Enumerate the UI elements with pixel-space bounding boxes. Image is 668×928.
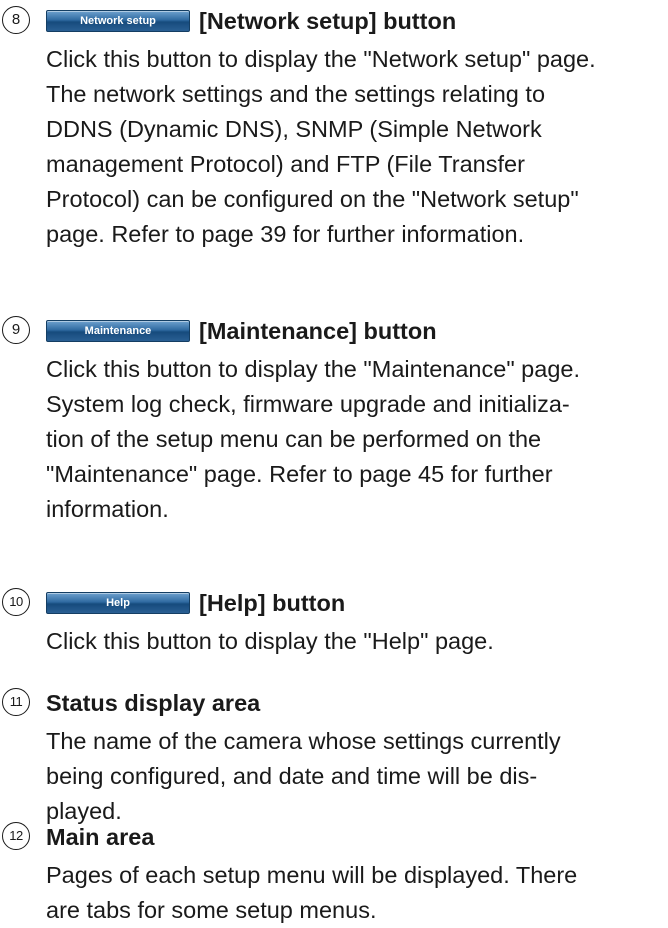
description-line: Click this button to display the "Mainte… [46, 356, 580, 382]
item-number-badge: 9 [2, 316, 30, 344]
description-line: "Maintenance" page. Refer to page 45 for… [46, 461, 553, 487]
description-line: The network settings and the settings re… [46, 81, 546, 107]
description-line: Click this button to display the "Networ… [46, 46, 596, 72]
description-line: page. Refer to page 39 for further infor… [46, 221, 525, 247]
item-description: Pages of each setup menu will be display… [46, 858, 666, 928]
item-title: [Help] button [199, 589, 346, 616]
description-line: System log check, firmware upgrade and i… [46, 391, 570, 417]
description-line: being configured, and date and time will… [46, 763, 538, 789]
help-button-image: Help [46, 592, 190, 614]
item-number-badge: 8 [2, 6, 30, 34]
item-description: The name of the camera whose settings cu… [46, 724, 666, 829]
item-number-badge: 11 [2, 688, 30, 716]
item-title: Main area [46, 823, 155, 850]
description-line: management Protocol) and FTP (File Trans… [46, 151, 525, 177]
description-line: Click this button to display the "Help" … [46, 628, 494, 654]
network-setup-button-image: Network setup [46, 10, 190, 32]
description-line: DDNS (Dynamic DNS), SNMP (Simple Network [46, 116, 542, 142]
item-description: Click this button to display the "Networ… [46, 42, 666, 252]
description-line: Pages of each setup menu will be display… [46, 862, 578, 888]
item-number-badge: 10 [2, 588, 30, 616]
item-description: Click this button to display the "Help" … [46, 624, 666, 659]
description-line: information. [46, 496, 169, 522]
item-title: Status display area [46, 689, 261, 716]
item-description: Click this button to display the "Mainte… [46, 352, 666, 527]
item-title: [Maintenance] button [199, 317, 437, 344]
item-title: [Network setup] button [199, 7, 457, 34]
manual-page: 8 Network setup [Network setup] button C… [0, 0, 668, 923]
description-line: The name of the camera whose settings cu… [46, 728, 561, 754]
description-line: tion of the setup menu can be performed … [46, 426, 542, 452]
maintenance-button-image: Maintenance [46, 320, 190, 342]
item-number-badge: 12 [2, 822, 30, 850]
description-line: Protocol) can be configured on the "Netw… [46, 186, 579, 212]
description-line: are tabs for some setup menus. [46, 897, 377, 923]
